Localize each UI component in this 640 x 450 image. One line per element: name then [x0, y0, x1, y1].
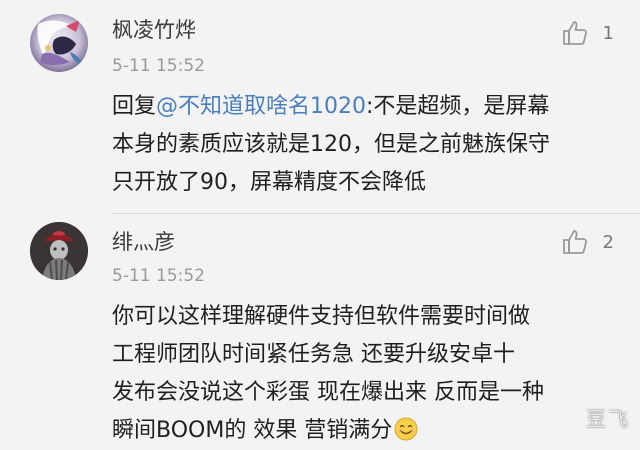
like-count: 2	[602, 231, 614, 253]
like-group: 2	[561, 227, 614, 257]
comment-timestamp: 5-11 15:52	[112, 56, 205, 76]
comment-timestamp: 5-11 15:52	[112, 266, 205, 286]
comment-item: 绯灬彦 5-11 15:52 2 你可以这样理解硬件支持但软件需要时间做 工程师…	[0, 214, 640, 450]
comment-line: 工程师团队时间紧任务急 还要升级安卓十	[112, 342, 515, 367]
comment-line: 本身的素质应该就是120，但是之前魅族保守	[112, 132, 550, 157]
comment-text: :不是超频，是屏幕	[366, 94, 550, 119]
comment-text: 瞬间BOOM的 效果 营销满分	[112, 418, 393, 443]
smiley-emoji-icon	[394, 417, 418, 441]
user-avatar[interactable]	[30, 222, 88, 280]
comment-line: 你可以这样理解硬件支持但软件需要时间做	[112, 304, 531, 329]
username[interactable]: 枫凌竹烨	[112, 20, 196, 41]
like-group: 1	[561, 18, 614, 48]
figure-avatar-icon	[30, 222, 88, 280]
reply-prefix: 回复	[112, 94, 157, 119]
comment-list: 枫凌竹烨 5-11 15:52 1 回复@不知道取啥名1020:不是超频，是屏幕…	[0, 0, 640, 450]
user-avatar[interactable]	[30, 14, 88, 72]
thumbs-up-icon[interactable]	[561, 19, 589, 47]
watermark: 豆飞	[586, 407, 630, 431]
comment-line: 只开放了90，屏幕精度不会降低	[112, 170, 426, 195]
comment-body: 回复@不知道取啥名1020:不是超频，是屏幕 本身的素质应该就是120，但是之前…	[112, 88, 632, 202]
comment-body: 你可以这样理解硬件支持但软件需要时间做 工程师团队时间紧任务急 还要升级安卓十 …	[112, 298, 632, 450]
comment-line: 发布会没说这个彩蛋 现在爆出来 反而是一种	[112, 380, 544, 405]
comment-line: 瞬间BOOM的 效果 营销满分	[112, 412, 632, 450]
anime-avatar-icon	[30, 14, 88, 72]
mention-link[interactable]: @不知道取啥名1020	[156, 94, 366, 119]
thumbs-up-icon[interactable]	[561, 228, 589, 256]
comment-line: 回复@不知道取啥名1020:不是超频，是屏幕	[112, 88, 632, 126]
username[interactable]: 绯灬彦	[112, 232, 175, 253]
comment-item: 枫凌竹烨 5-11 15:52 1 回复@不知道取啥名1020:不是超频，是屏幕…	[0, 0, 640, 214]
like-count: 1	[602, 22, 614, 44]
